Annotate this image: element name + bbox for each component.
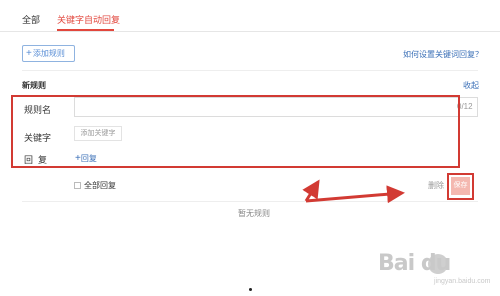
save-button[interactable]: 保存 <box>451 177 470 195</box>
stray-dot <box>249 288 252 291</box>
watermark-url: jingyan.baidu.com <box>434 278 491 285</box>
plus-icon: + <box>26 48 32 59</box>
tab-bar: 全部 关键字自动回复 <box>0 0 500 32</box>
annotation-arrow-right <box>305 185 405 204</box>
divider <box>22 201 478 202</box>
help-link[interactable]: 如何设置关键词回复？ <box>403 49 483 60</box>
annotation-highlight-box <box>11 95 460 168</box>
empty-state-text: 暂无规则 <box>238 209 270 218</box>
add-rule-button[interactable]: +添加规则 <box>22 45 75 62</box>
reply-all-label: 全部回复 <box>84 181 116 190</box>
tab-keyword-auto-reply[interactable]: 关键字自动回复 <box>57 14 120 26</box>
add-rule-label: 添加规则 <box>32 49 65 58</box>
baidu-watermark: Bai du jingyan.baidu.com <box>376 248 494 292</box>
collapse-link[interactable]: 收起 <box>463 80 479 91</box>
delete-button[interactable]: 删除 <box>428 180 444 191</box>
divider <box>22 70 478 71</box>
active-tab-indicator <box>57 29 114 31</box>
new-rule-title: 新规则 <box>22 81 46 90</box>
annotation-arrow-up <box>302 179 320 202</box>
reply-all-checkbox[interactable] <box>74 182 81 189</box>
reply-all-option[interactable]: 全部回复 <box>74 180 116 191</box>
tab-all[interactable]: 全部 <box>22 14 40 26</box>
watermark-logo-text: Bai du <box>378 251 451 276</box>
